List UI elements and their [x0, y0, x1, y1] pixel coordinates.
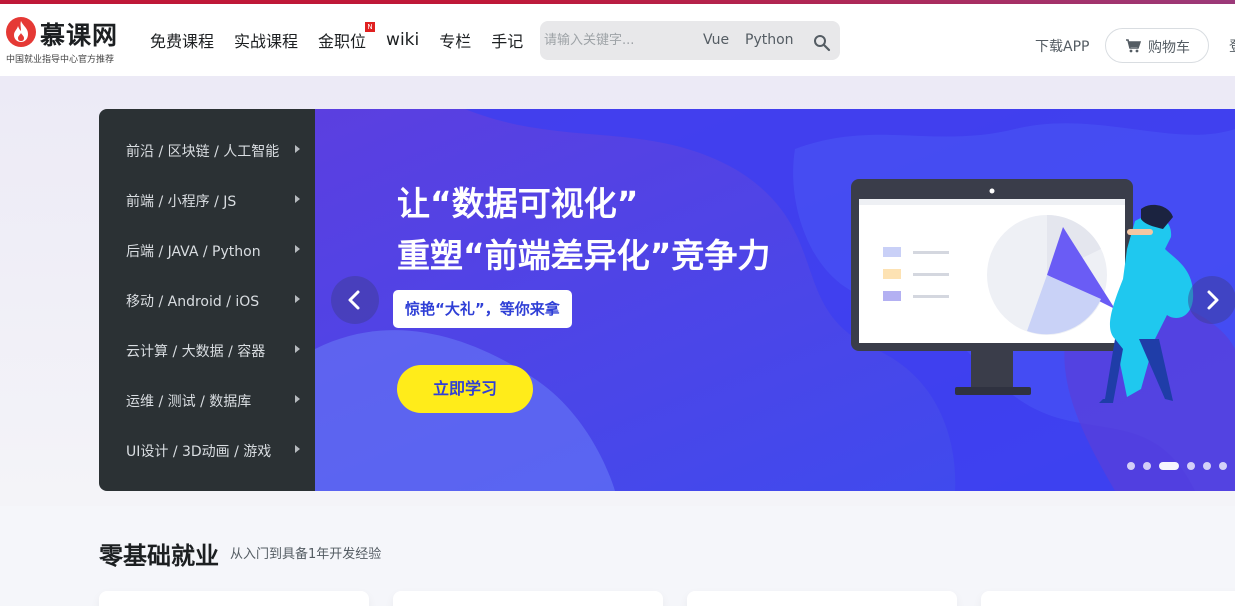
slide-dot[interactable] — [1127, 462, 1135, 470]
category-menu: 前沿 / 区块链 / 人工智能 前端 / 小程序 / JS 后端 / JAVA … — [99, 109, 315, 491]
cart-label: 购物车 — [1148, 40, 1190, 56]
chevron-right-icon — [295, 345, 300, 353]
slide-dot[interactable] — [1187, 462, 1195, 470]
chevron-right-icon — [295, 245, 300, 253]
category-label: 后端 / JAVA / Python — [126, 244, 261, 260]
nav-columns[interactable]: 专栏 — [439, 28, 471, 52]
nav-notes[interactable]: 手记 — [491, 28, 523, 52]
site-logo[interactable]: 慕课网 中国就业指导中心官方推荐 — [6, 14, 136, 66]
hot-keyword-vue[interactable]: Vue — [703, 32, 729, 48]
banner-slide[interactable]: 让“数据可视化” 重塑“前端差异化”竞争力 惊艳“大礼”，等你来拿 立即学习 — [315, 109, 1235, 491]
logo-wordmark: 慕课网 — [40, 21, 119, 50]
category-label: UI设计 / 3D动画 / 游戏 — [126, 444, 272, 460]
course-card[interactable] — [99, 591, 369, 606]
prev-slide-button[interactable] — [331, 276, 379, 324]
cart-icon — [1126, 39, 1141, 53]
section-subtitle: 从入门到具备1年开发经验 — [230, 547, 382, 562]
new-badge: N — [365, 22, 376, 32]
category-item-ops[interactable]: 运维 / 测试 / 数据库 — [99, 376, 315, 426]
chevron-right-icon — [295, 295, 300, 303]
course-card[interactable] — [393, 591, 663, 606]
chevron-left-icon — [348, 290, 360, 310]
category-label: 前沿 / 区块链 / 人工智能 — [126, 144, 280, 160]
chevron-right-icon — [1207, 290, 1219, 310]
slide-dot[interactable] — [1203, 462, 1211, 470]
nav-practical-courses[interactable]: 实战课程 — [234, 28, 298, 52]
site-header: 慕课网 中国就业指导中心官方推荐 免费课程 实战课程 金职位 N wiki 专栏… — [0, 4, 1235, 76]
download-app-link[interactable]: 下载APP — [1035, 36, 1089, 56]
category-item-backend[interactable]: 后端 / JAVA / Python — [99, 226, 315, 276]
nav-wiki[interactable]: wiki — [386, 30, 419, 50]
chevron-right-icon — [295, 195, 300, 203]
chevron-right-icon — [295, 145, 300, 153]
banner-headline-1: 让“数据可视化” — [397, 184, 639, 223]
next-slide-button[interactable] — [1188, 276, 1235, 324]
banner-gift-tag: 惊艳“大礼”，等你来拿 — [393, 290, 572, 328]
category-label: 云计算 / 大数据 / 容器 — [126, 344, 266, 360]
category-item-cloud[interactable]: 云计算 / 大数据 / 容器 — [99, 326, 315, 376]
category-item-design[interactable]: UI设计 / 3D动画 / 游戏 — [99, 426, 315, 476]
search-icon[interactable] — [813, 34, 831, 52]
slide-dot[interactable] — [1219, 462, 1227, 470]
login-link[interactable]: 登 — [1229, 36, 1235, 56]
nav-jobs[interactable]: 金职位 N — [318, 22, 376, 52]
flame-logo-icon — [6, 17, 36, 47]
category-item-mobile[interactable]: 移动 / Android / iOS — [99, 276, 315, 326]
logo-tagline: 中国就业指导中心官方推荐 — [6, 55, 115, 65]
nav-jobs-label: 金职位 — [318, 32, 367, 51]
hero-banner: 前沿 / 区块链 / 人工智能 前端 / 小程序 / JS 后端 / JAVA … — [99, 109, 1235, 491]
course-card[interactable] — [981, 591, 1235, 606]
banner-headline-2: 重塑“前端差异化”竞争力 — [397, 236, 771, 275]
learn-now-button[interactable]: 立即学习 — [397, 365, 533, 413]
category-item-frontier[interactable]: 前沿 / 区块链 / 人工智能 — [99, 126, 315, 176]
hot-keyword-python[interactable]: Python — [745, 32, 794, 48]
slide-dot-active[interactable] — [1159, 462, 1179, 470]
category-label: 前端 / 小程序 / JS — [126, 194, 237, 210]
main-nav: 免费课程 实战课程 金职位 N wiki 专栏 手记 — [150, 4, 543, 76]
course-card[interactable] — [687, 591, 957, 606]
search-input[interactable] — [544, 21, 694, 60]
section-title: 零基础就业 — [99, 542, 219, 570]
search-box: Vue Python — [540, 21, 840, 60]
category-label: 移动 / Android / iOS — [126, 294, 260, 310]
slide-dot[interactable] — [1143, 462, 1151, 470]
cart-button[interactable]: 购物车 — [1105, 28, 1209, 63]
chevron-right-icon — [295, 445, 300, 453]
nav-free-courses[interactable]: 免费课程 — [150, 28, 214, 52]
chevron-right-icon — [295, 395, 300, 403]
category-label: 运维 / 测试 / 数据库 — [126, 394, 252, 410]
category-item-frontend[interactable]: 前端 / 小程序 / JS — [99, 176, 315, 226]
